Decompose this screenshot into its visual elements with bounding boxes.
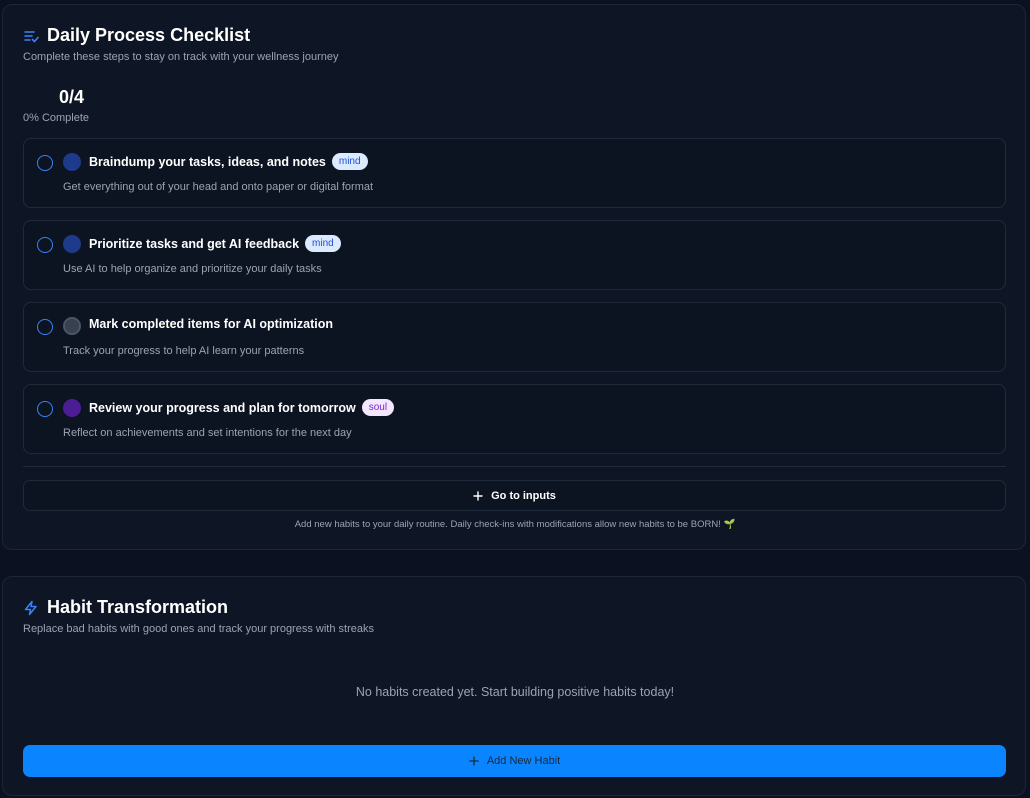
checkbox-circle[interactable]	[37, 155, 53, 171]
empty-habits-message: No habits created yet. Start building po…	[355, 685, 675, 699]
checklist-items: Braindump your tasks, ideas, and notes m…	[23, 138, 1006, 466]
habit-title: Habit Transformation	[47, 597, 229, 617]
go-to-inputs-label: Go to inputs	[491, 489, 556, 502]
category-badge: mind	[305, 235, 341, 252]
progress-count: 0/4	[59, 87, 85, 107]
item-description: Reflect on achievements and set intentio…	[63, 427, 352, 439]
brain-icon	[63, 153, 81, 171]
plus-icon	[473, 490, 483, 501]
checklist-title: Daily Process Checklist	[47, 25, 251, 45]
category-badge: mind	[331, 153, 368, 170]
daily-checklist-card: Daily Process Checklist Complete these s…	[2, 4, 1026, 550]
category-badge: soul	[361, 399, 395, 416]
item-description: Use AI to help organize and prioritize y…	[63, 263, 322, 275]
habit-header: Habit Transformation	[23, 597, 228, 618]
habit-transformation-card: Habit Transformation Replace bad habits …	[2, 576, 1026, 796]
checklist-item[interactable]: Prioritize tasks and get AI feedback min…	[23, 220, 1006, 290]
target-icon	[63, 317, 81, 335]
lightning-icon	[23, 600, 39, 616]
checkbox-circle[interactable]	[37, 319, 53, 335]
checkbox-circle[interactable]	[37, 237, 53, 253]
checkbox-circle[interactable]	[37, 401, 53, 417]
brain-icon	[63, 235, 81, 253]
item-description: Track your progress to help AI learn you…	[63, 345, 305, 357]
item-title: Review your progress and plan for tomorr…	[89, 400, 356, 415]
checklist-item[interactable]: Review your progress and plan for tomorr…	[23, 384, 1006, 454]
divider	[23, 466, 1006, 467]
item-title: Braindump your tasks, ideas, and notes	[89, 154, 326, 169]
checklist-item[interactable]: Mark completed items for AI optimization…	[23, 302, 1006, 372]
go-to-inputs-button[interactable]: Go to inputs	[23, 480, 1006, 511]
add-new-habit-button[interactable]: Add New Habit	[23, 745, 1006, 777]
add-new-habit-label: Add New Habit	[486, 755, 561, 767]
checklist-item[interactable]: Braindump your tasks, ideas, and notes m…	[23, 138, 1006, 208]
checklist-header: Daily Process Checklist	[23, 25, 250, 46]
habit-subtitle: Replace bad habits with good ones and tr…	[23, 623, 374, 635]
habit-footnote: Add new habits to your daily routine. Da…	[294, 519, 736, 530]
item-title: Mark completed items for AI optimization	[89, 317, 334, 331]
progress-label: 0% Complete	[23, 112, 90, 124]
checklist-subtitle: Complete these steps to stay on track wi…	[23, 51, 339, 63]
item-description: Get everything out of your head and onto…	[63, 181, 374, 193]
checklist-icon	[23, 28, 39, 44]
plus-icon	[469, 756, 479, 766]
item-title: Prioritize tasks and get AI feedback	[89, 236, 300, 251]
sparkle-icon	[63, 399, 81, 417]
